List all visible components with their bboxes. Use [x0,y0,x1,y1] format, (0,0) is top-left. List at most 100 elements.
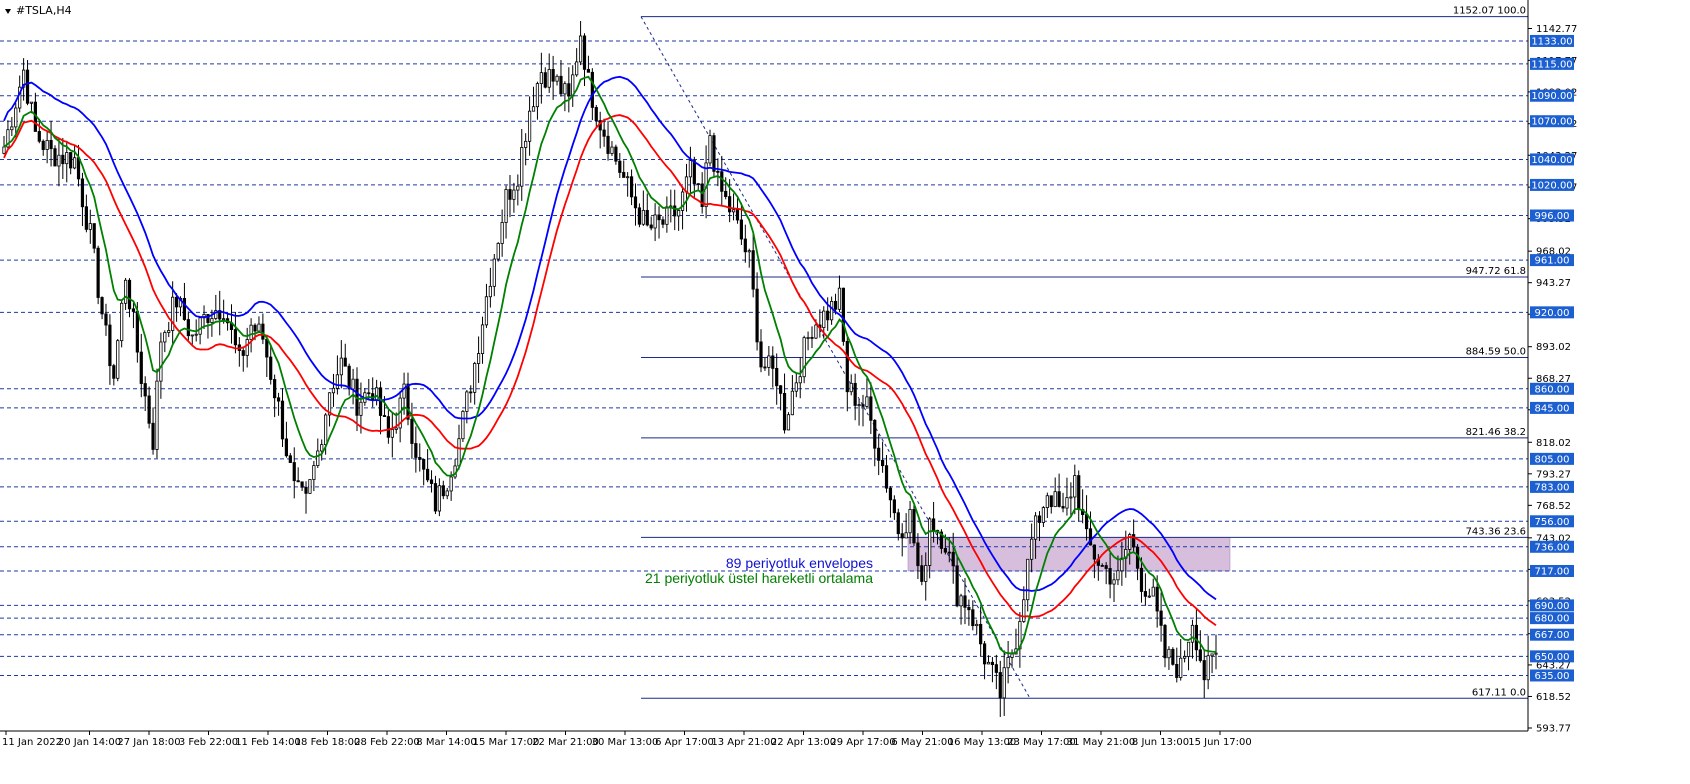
candle-body [10,126,14,131]
time-tick-label: 20 Jan 14:00 [58,737,121,748]
candle-body [1139,567,1144,592]
candle-body [971,609,975,627]
candle-body [418,457,422,460]
price-chart: 1152.07 100.0 947.72 61.8 884.59 50.0 821.4… [0,0,1690,784]
candle-body [53,148,57,167]
candle-body [673,205,677,217]
candle-body [25,69,30,104]
candle-body [241,350,245,356]
candle-body [269,356,273,380]
time-tick-label: 3 Feb 22:00 [179,737,238,748]
candle-body [292,462,296,482]
candle-body [190,334,194,337]
candle-body [88,223,92,230]
candle-body [406,383,410,420]
candle-body [861,404,865,407]
candle-body [127,279,132,310]
time-tick-label: 22 Mar 21:00 [532,737,599,748]
candle-body [516,185,520,191]
candle-body [276,397,281,402]
fibonacci-label: 947.72 61.8 [1466,266,1526,277]
candle-body [45,140,49,150]
level-label: 756.00 [1535,517,1570,528]
candle-body [555,75,559,82]
time-tick-label: 27 Jan 18:00 [117,737,180,748]
candle-body [343,357,347,367]
candle-body [131,308,136,312]
candle-body [1010,653,1014,658]
candle-body [779,385,783,394]
candle-body [382,415,387,417]
candle-body [284,438,289,457]
candle-body [724,190,728,197]
candle-body [29,101,34,104]
time-tick-label: 11 Jan 2022 [2,737,62,748]
candle-body [618,160,622,173]
candle-body [677,210,681,217]
candle-body [622,172,626,178]
price-tick-label: 818.02 [1536,438,1571,449]
candle-body [688,160,693,178]
candle-body [912,509,916,544]
candle-body [567,83,571,97]
candle-body [790,390,794,416]
candle-body [1210,653,1214,657]
candle-body [426,468,430,481]
candle-body [331,387,336,394]
candle-body [304,486,308,494]
candle-body [998,672,1002,699]
candle-body [531,106,536,112]
candle-body [920,565,924,582]
candle-body [288,455,292,463]
candle-body [543,72,547,88]
candle-body [14,107,18,128]
candle-body [1108,568,1112,585]
candle-body [386,416,390,438]
candle-body [49,140,53,150]
level-label: 860.00 [1535,384,1570,395]
candle-body [786,414,791,431]
candle-body [888,487,893,501]
candle-body [994,664,998,673]
candle-body [500,222,504,244]
candle-body [1190,624,1195,643]
level-label: 996.00 [1535,211,1570,222]
candle-body [547,69,551,88]
candle-body [524,140,528,148]
candle-body [1116,570,1120,581]
candle-body [1175,663,1179,678]
candle-body [708,135,712,164]
candle-body [429,479,434,484]
fibonacci-label: 884.59 50.0 [1466,346,1526,357]
candle-body [771,355,775,369]
candle-body [904,532,908,539]
candle-body [139,351,143,384]
candle-body [975,623,979,627]
candle-body [751,250,755,290]
candle-body [979,623,983,645]
candle-body [1006,657,1010,669]
candle-body [367,392,371,395]
candle-body [810,337,814,339]
candle-body [602,129,606,137]
candle-body [755,288,759,343]
level-label: 680.00 [1535,614,1570,625]
candle-body [716,170,720,173]
candle-body [414,443,418,458]
candle-body [849,382,853,393]
candle-body [335,374,339,389]
candle-body [253,324,257,332]
candle-body [1171,648,1175,665]
fibonacci-label: 821.46 38.2 [1466,427,1526,438]
level-label: 717.00 [1535,566,1570,577]
candle-body [410,418,414,444]
candle-body [508,189,512,200]
candle-body [1206,655,1210,681]
candle-body [782,392,787,431]
candle-body [963,595,967,608]
candle-body [830,300,834,321]
candle-body [649,224,653,229]
candle-body [143,383,147,397]
candle-body [441,485,445,497]
time-tick-label: 22 Apr 13:00 [771,737,836,748]
